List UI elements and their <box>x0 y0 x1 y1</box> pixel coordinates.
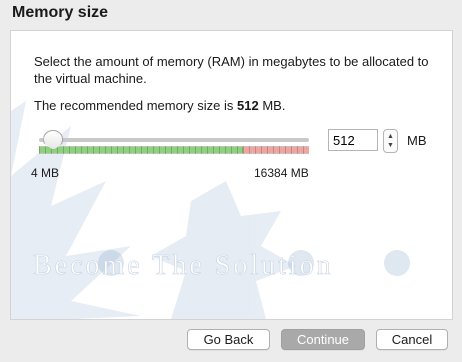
dialog-title: Memory size <box>12 4 109 21</box>
continue-button[interactable]: Continue <box>281 329 365 350</box>
go-back-button[interactable]: Go Back <box>187 329 270 350</box>
slider-max-label: 16384 MB <box>254 166 309 180</box>
watermark-text: Become The Solution <box>33 250 334 281</box>
memory-description: Select the amount of memory (RAM) in meg… <box>34 54 429 86</box>
memory-size-panel: Become The Solution Select the amount of… <box>10 30 453 320</box>
recommended-memory-text: The recommended memory size is 512 MB. <box>34 98 285 113</box>
recommended-prefix: The recommended memory size is <box>34 98 238 113</box>
recommended-value: 512 <box>237 98 259 113</box>
chevron-up-icon[interactable]: ▲ <box>387 132 394 141</box>
recommended-suffix: MB. <box>258 98 286 113</box>
memory-unit-label: MB <box>407 133 427 148</box>
slider-ticks <box>39 146 309 154</box>
memory-slider-track[interactable] <box>39 138 309 142</box>
memory-size-input[interactable] <box>328 129 378 151</box>
cancel-button[interactable]: Cancel <box>376 329 448 350</box>
memory-stepper[interactable]: ▲ ▼ <box>383 129 398 153</box>
chevron-down-icon[interactable]: ▼ <box>387 141 394 150</box>
slider-min-label: 4 MB <box>31 166 60 180</box>
